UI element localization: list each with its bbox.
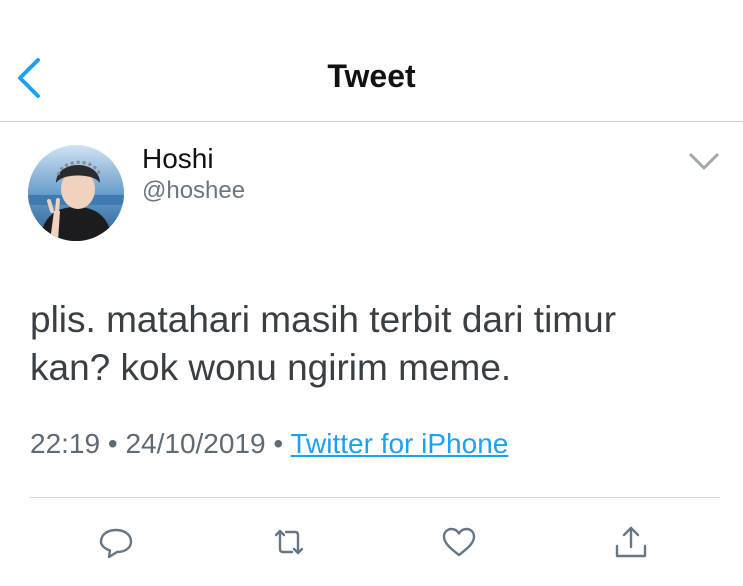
tweet-text: plis. matahari masih terbit dari timur k… [30,296,720,392]
meta-separator: • [107,428,118,459]
tweet-time: 22:19 [30,428,101,459]
page-title: Tweet [327,58,416,94]
author-name[interactable]: Hoshi [142,143,214,175]
share-icon [615,526,647,558]
tweet-meta: 22:19 • 24/10/2019 • Twitter for iPhone [30,428,508,460]
more-options-button[interactable] [688,150,720,174]
tweet-source-link[interactable]: Twitter for iPhone [290,428,508,459]
actions-divider [30,497,720,498]
share-button[interactable] [613,524,649,560]
chevron-down-icon [689,153,719,170]
retweet-button[interactable] [271,524,307,560]
header-divider [0,121,743,122]
meta-separator: • [273,428,284,459]
header: Tweet [0,0,743,122]
heart-icon [442,527,476,557]
tweet-text-line: plis. matahari masih terbit dari timur [30,299,617,340]
tweet-date: 24/10/2019 [125,428,266,459]
reply-icon [99,528,133,559]
reply-button[interactable] [98,524,134,560]
tweet-text-line: kan? kok wonu ngirim meme. [30,347,512,388]
avatar[interactable] [28,145,124,241]
retweet-icon [274,529,304,555]
avatar-image [28,145,124,241]
author-handle[interactable]: @hoshee [142,177,245,205]
like-button[interactable] [441,524,477,560]
